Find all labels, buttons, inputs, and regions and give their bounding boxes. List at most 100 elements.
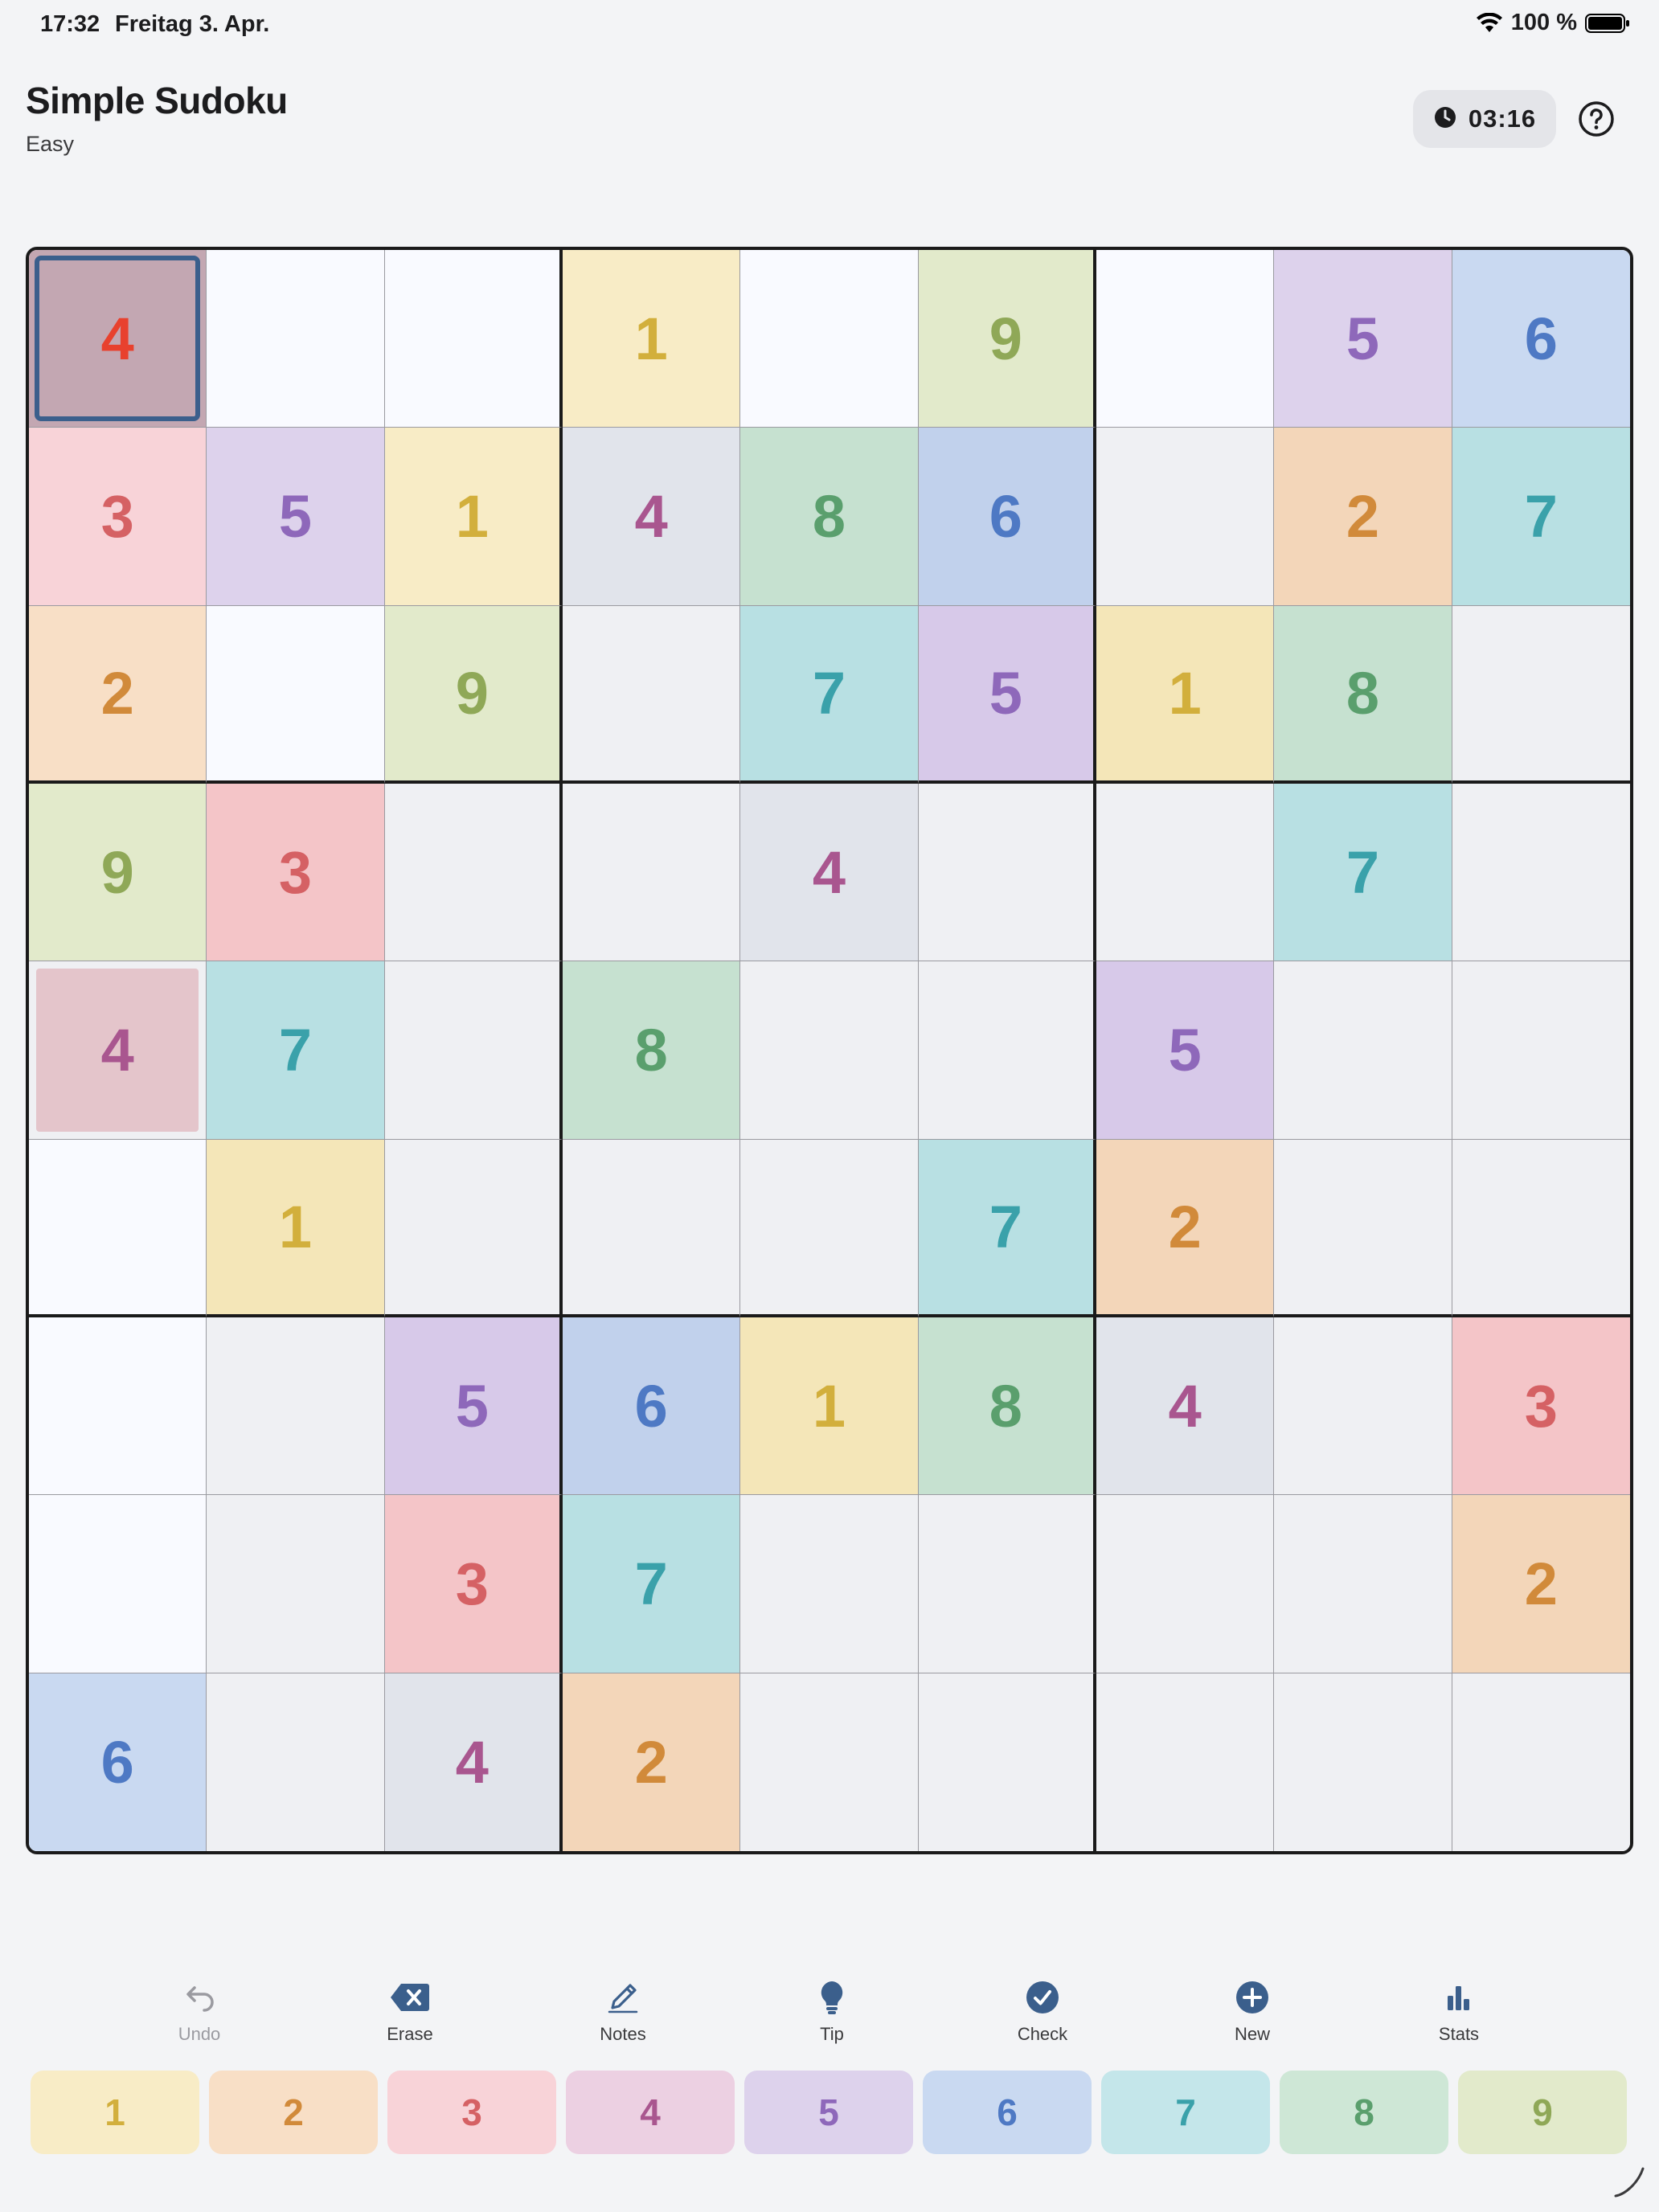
cell-r2-c5[interactable]: 8 <box>740 428 919 606</box>
cell-r6-c3[interactable] <box>384 1139 563 1317</box>
help-button[interactable] <box>1577 100 1616 138</box>
cell-r3-c1[interactable]: 2 <box>29 605 207 784</box>
cell-r5-c6[interactable] <box>918 961 1096 1140</box>
number-key-5[interactable]: 5 <box>744 2071 913 2154</box>
cell-r4-c1[interactable]: 9 <box>29 783 207 962</box>
cell-r9-c3[interactable]: 4 <box>384 1673 563 1851</box>
cell-r7-c4[interactable]: 6 <box>562 1317 741 1496</box>
cell-r4-c2[interactable]: 3 <box>207 783 385 962</box>
cell-r9-c5[interactable] <box>740 1673 919 1851</box>
cell-r2-c7[interactable] <box>1096 428 1275 606</box>
cell-r8-c3[interactable]: 3 <box>384 1495 563 1673</box>
stats-button[interactable]: Stats <box>1403 1977 1515 2058</box>
cell-r6-c6[interactable]: 7 <box>918 1139 1096 1317</box>
cell-r6-c8[interactable] <box>1274 1139 1452 1317</box>
cell-r4-c6[interactable] <box>918 783 1096 962</box>
cell-r2-c3[interactable]: 1 <box>384 428 563 606</box>
cell-r2-c4[interactable]: 4 <box>562 428 741 606</box>
cell-r7-c6[interactable]: 8 <box>918 1317 1096 1496</box>
cell-r4-c9[interactable] <box>1452 783 1630 962</box>
cell-r4-c4[interactable] <box>562 783 741 962</box>
cell-r7-c5[interactable]: 1 <box>740 1317 919 1496</box>
cell-r4-c5[interactable]: 4 <box>740 783 919 962</box>
cell-r2-c9[interactable]: 7 <box>1452 428 1630 606</box>
timer[interactable]: 03:16 <box>1413 90 1556 148</box>
cell-r1-c7[interactable] <box>1096 250 1275 428</box>
cell-r2-c6[interactable]: 6 <box>918 428 1096 606</box>
cell-r7-c9[interactable]: 3 <box>1452 1317 1630 1496</box>
cell-r1-c6[interactable]: 9 <box>918 250 1096 428</box>
cell-r9-c4[interactable]: 2 <box>562 1673 741 1851</box>
number-key-9[interactable]: 9 <box>1458 2071 1627 2154</box>
cell-r9-c9[interactable] <box>1452 1673 1630 1851</box>
cell-r5-c9[interactable] <box>1452 961 1630 1140</box>
number-key-2[interactable]: 2 <box>209 2071 378 2154</box>
cell-r3-c9[interactable] <box>1452 605 1630 784</box>
cell-r8-c1[interactable] <box>29 1495 207 1673</box>
cell-r1-c3[interactable] <box>384 250 563 428</box>
number-key-7[interactable]: 7 <box>1101 2071 1270 2154</box>
cell-r5-c2[interactable]: 7 <box>207 961 385 1140</box>
cell-r4-c7[interactable] <box>1096 783 1275 962</box>
cell-r9-c2[interactable] <box>207 1673 385 1851</box>
number-key-4[interactable]: 4 <box>566 2071 735 2154</box>
cell-r5-c8[interactable] <box>1274 961 1452 1140</box>
cell-r2-c8[interactable]: 2 <box>1274 428 1452 606</box>
cell-r8-c2[interactable] <box>207 1495 385 1673</box>
cell-r1-c5[interactable] <box>740 250 919 428</box>
cell-r8-c8[interactable] <box>1274 1495 1452 1673</box>
check-button[interactable]: Check <box>986 1977 1099 2058</box>
cell-r3-c3[interactable]: 9 <box>384 605 563 784</box>
cell-r6-c5[interactable] <box>740 1139 919 1317</box>
cell-r2-c2[interactable]: 5 <box>207 428 385 606</box>
new-button[interactable]: New <box>1196 1977 1309 2058</box>
cell-r6-c2[interactable]: 1 <box>207 1139 385 1317</box>
cell-r4-c3[interactable] <box>384 783 563 962</box>
cell-r7-c3[interactable]: 5 <box>384 1317 563 1496</box>
cell-r5-c4[interactable]: 8 <box>562 961 741 1140</box>
cell-r3-c7[interactable]: 1 <box>1096 605 1275 784</box>
cell-r1-c2[interactable] <box>207 250 385 428</box>
cell-r3-c2[interactable] <box>207 605 385 784</box>
cell-r5-c3[interactable] <box>384 961 563 1140</box>
erase-button[interactable]: Erase <box>354 1977 466 2058</box>
cell-r3-c5[interactable]: 7 <box>740 605 919 784</box>
undo-button[interactable]: Undo <box>143 1977 256 2058</box>
cell-digit: 4 <box>455 1728 489 1796</box>
cell-r1-c9[interactable]: 6 <box>1452 250 1630 428</box>
cell-r6-c4[interactable] <box>562 1139 741 1317</box>
cell-r5-c7[interactable]: 5 <box>1096 961 1275 1140</box>
cell-r7-c8[interactable] <box>1274 1317 1452 1496</box>
cell-r7-c7[interactable]: 4 <box>1096 1317 1275 1496</box>
cell-r8-c5[interactable] <box>740 1495 919 1673</box>
cell-r5-c1[interactable]: 4 <box>29 961 207 1140</box>
cell-r8-c6[interactable] <box>918 1495 1096 1673</box>
cell-r9-c8[interactable] <box>1274 1673 1452 1851</box>
cell-r6-c7[interactable]: 2 <box>1096 1139 1275 1317</box>
notes-button[interactable]: Notes <box>567 1977 679 2058</box>
number-key-1[interactable]: 1 <box>31 2071 199 2154</box>
cell-r6-c1[interactable] <box>29 1139 207 1317</box>
cell-r3-c6[interactable]: 5 <box>918 605 1096 784</box>
cell-r8-c7[interactable] <box>1096 1495 1275 1673</box>
cell-r9-c7[interactable] <box>1096 1673 1275 1851</box>
cell-r8-c4[interactable]: 7 <box>562 1495 741 1673</box>
cell-r1-c4[interactable]: 1 <box>562 250 741 428</box>
cell-r5-c5[interactable] <box>740 961 919 1140</box>
cell-r1-c8[interactable]: 5 <box>1274 250 1452 428</box>
number-key-6[interactable]: 6 <box>923 2071 1092 2154</box>
cell-r7-c2[interactable] <box>207 1317 385 1496</box>
number-key-8[interactable]: 8 <box>1280 2071 1448 2154</box>
cell-r8-c9[interactable]: 2 <box>1452 1495 1630 1673</box>
cell-r4-c8[interactable]: 7 <box>1274 783 1452 962</box>
number-key-3[interactable]: 3 <box>387 2071 556 2154</box>
cell-r6-c9[interactable] <box>1452 1139 1630 1317</box>
cell-r1-c1[interactable]: 4 <box>29 250 207 428</box>
cell-r3-c4[interactable] <box>562 605 741 784</box>
cell-r2-c1[interactable]: 3 <box>29 428 207 606</box>
cell-r3-c8[interactable]: 8 <box>1274 605 1452 784</box>
cell-r9-c6[interactable] <box>918 1673 1096 1851</box>
cell-r7-c1[interactable] <box>29 1317 207 1496</box>
tip-button[interactable]: Tip <box>776 1977 888 2058</box>
cell-r9-c1[interactable]: 6 <box>29 1673 207 1851</box>
